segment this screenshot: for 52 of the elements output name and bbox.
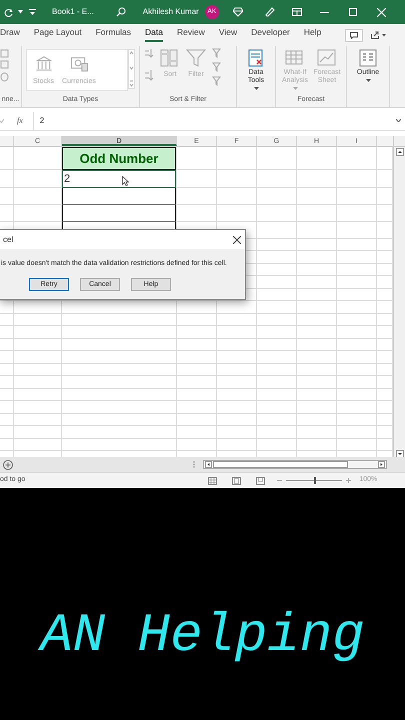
table-header-cell: Odd Number <box>62 147 176 170</box>
horizontal-scrollbar[interactable] <box>203 460 387 469</box>
scroll-thumb[interactable] <box>213 461 348 468</box>
sheet-cell[interactable] <box>62 205 176 222</box>
vertical-scrollbar[interactable] <box>393 147 405 460</box>
ribbon-tab[interactable]: Draw <box>0 28 20 42</box>
scroll-up-icon[interactable] <box>396 148 404 156</box>
caption-text: AN Helping <box>0 610 405 664</box>
check-icon[interactable] <box>0 118 4 122</box>
active-cell[interactable]: 2 <box>62 170 176 188</box>
customize-toolbar-icon[interactable] <box>29 9 36 15</box>
ribbon-tab[interactable]: Developer <box>251 28 290 42</box>
formula-input[interactable]: 2 <box>32 112 405 130</box>
window-icon[interactable] <box>292 8 302 16</box>
insert-function-button[interactable]: fx <box>17 114 23 126</box>
comments-button[interactable] <box>345 28 364 42</box>
filter-icon <box>186 48 206 67</box>
stocks-icon <box>34 54 54 72</box>
ribbon-tab[interactable]: Review <box>176 28 205 42</box>
page-layout-view-icon[interactable] <box>232 476 242 484</box>
search-icon[interactable] <box>116 7 126 17</box>
maximize-icon[interactable] <box>348 8 357 16</box>
comment-icon <box>350 32 358 38</box>
gallery-scroll-drawing[interactable] <box>128 49 135 89</box>
add-sheet-icon[interactable] <box>3 460 13 470</box>
caret-icon[interactable] <box>18 10 23 14</box>
expand-icon <box>396 119 401 122</box>
forecast-sheet-icon <box>317 48 337 67</box>
sheet-cell[interactable] <box>62 188 176 205</box>
scroll-left-icon[interactable] <box>205 461 212 468</box>
dialog-title: cel <box>3 234 14 246</box>
normal-view-icon[interactable] <box>208 476 218 484</box>
ribbon-tab[interactable]: Page Layout <box>34 28 82 42</box>
pen-icon[interactable] <box>264 7 275 17</box>
ribbon-tab[interactable]: Formulas <box>96 28 132 42</box>
page-break-view-icon[interactable] <box>256 476 266 484</box>
diamond-icon[interactable] <box>232 7 243 17</box>
window-title: Book1 - E... <box>52 6 94 18</box>
user-name: Akhilesh Kumar <box>142 6 199 18</box>
ribbon-tab[interactable]: Help <box>304 28 322 42</box>
what-if-icon <box>285 48 305 67</box>
mouse-pointer-icon <box>122 176 129 186</box>
scroll-down-icon[interactable] <box>396 450 404 458</box>
data-source-icons-drawing <box>0 48 10 84</box>
zoom-in-icon[interactable] <box>346 478 352 483</box>
close-icon[interactable] <box>233 236 241 244</box>
redo-icon[interactable] <box>4 7 14 17</box>
share-icon[interactable] <box>371 31 386 39</box>
ribbon-tab[interactable]: Data <box>145 28 163 42</box>
scroll-right-icon[interactable] <box>378 461 385 468</box>
ribbon-tab[interactable]: View <box>218 28 238 42</box>
filter-options-icons-drawing[interactable] <box>212 48 221 86</box>
